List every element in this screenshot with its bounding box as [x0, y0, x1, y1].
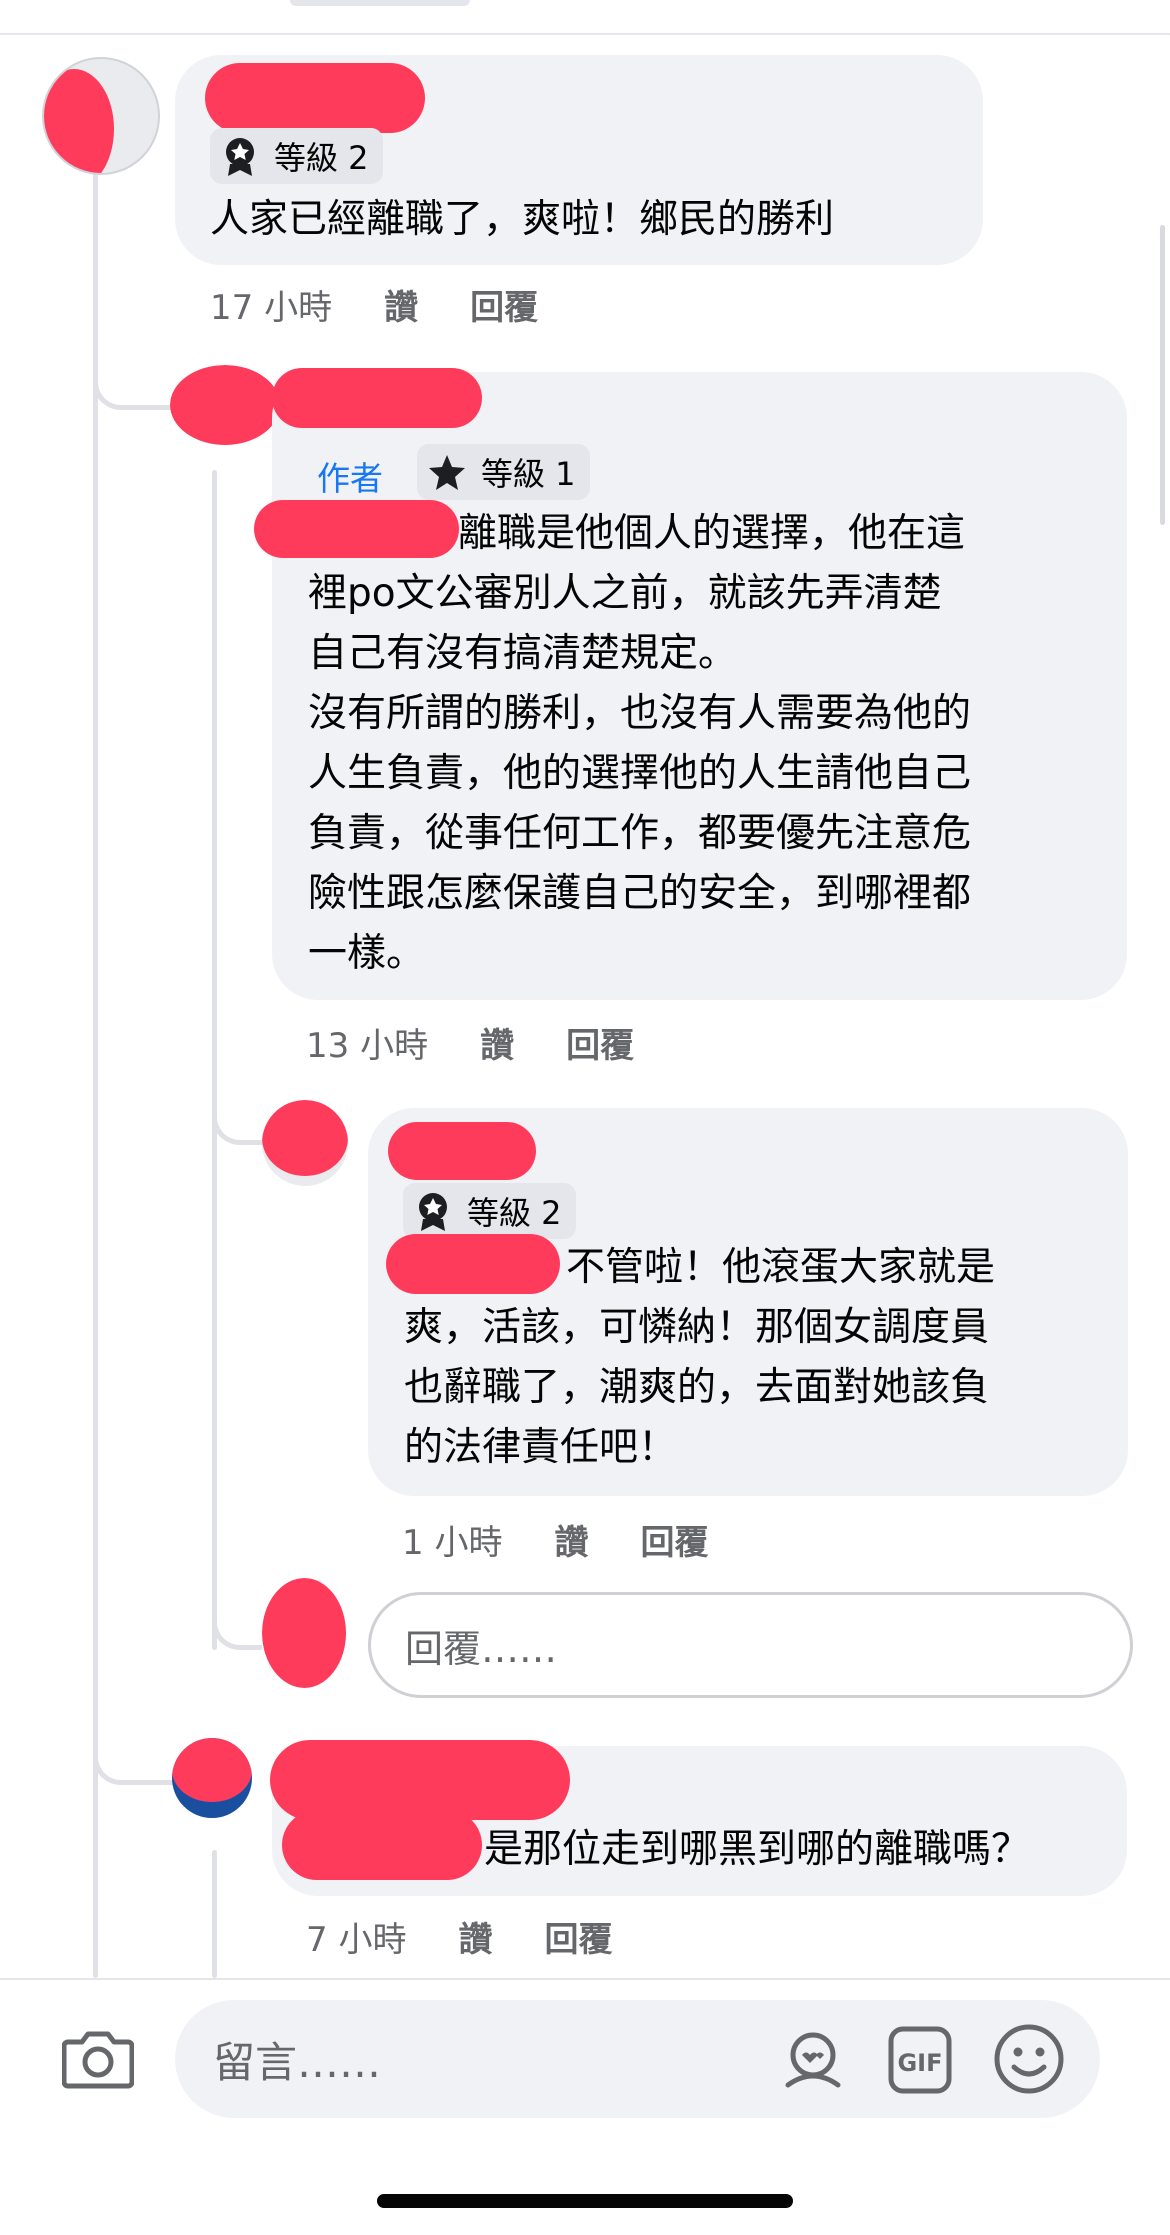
level-badge: 等級 1	[417, 444, 590, 500]
comment-meta-1: 17 小時 讚 回覆	[210, 280, 590, 329]
camera-icon[interactable]	[61, 2024, 135, 2090]
comment-placeholder: 留言……	[213, 2037, 382, 2087]
comment-text-line-3: 自己有沒有搞清楚規定。	[308, 631, 738, 676]
redacted-name	[205, 63, 425, 133]
top-handle	[290, 0, 470, 6]
comment-time: 13 小時	[306, 1026, 429, 1066]
level-badge: 等級 2	[210, 128, 383, 184]
emoji-icon[interactable]	[993, 2023, 1065, 2095]
like-button[interactable]: 讚	[384, 280, 418, 329]
comment-text-line-4: 的法律責任吧！	[404, 1425, 678, 1470]
thread-line-level2	[212, 470, 217, 1650]
badge-ribbon-icon	[220, 136, 260, 176]
thread-line-level2b	[212, 1850, 217, 1978]
redacted-mention	[254, 500, 459, 558]
avatar-sticker-icon[interactable]	[778, 2025, 848, 2095]
scrollbar[interactable]	[1160, 225, 1165, 525]
level-badge: 等級 2	[403, 1183, 576, 1239]
comment-time: 1 小時	[402, 1523, 503, 1563]
home-indicator	[377, 2194, 793, 2208]
top-divider	[0, 33, 1170, 35]
comment-text-line-7: 險性跟怎麼保護自己的安全，到哪裡都	[308, 871, 972, 916]
redacted-mention	[282, 1810, 482, 1880]
star-icon	[427, 452, 467, 492]
reply-input[interactable]: 回覆……	[368, 1592, 1133, 1698]
comment-text: 人家已經離職了，爽啦！鄉民的勝利	[210, 197, 835, 242]
comment-meta-2: 13 小時 讚 回覆	[306, 1018, 686, 1067]
comment-text-line-8: 一樣。	[308, 931, 426, 976]
avatar-commenter-4[interactable]	[172, 1738, 252, 1818]
reply-button[interactable]: 回覆	[566, 1018, 634, 1067]
reply-button[interactable]: 回覆	[544, 1912, 612, 1961]
reply-button[interactable]: 回覆	[470, 280, 538, 329]
svg-text:GIF: GIF	[897, 2049, 942, 2077]
comment-time: 17 小時	[210, 288, 333, 328]
comment-bubble-3: 等級 2 不管啦！他滾蛋大家就是 爽，活該，可憐納！那個女調度員 也辭職了，潮爽…	[368, 1108, 1128, 1496]
like-button[interactable]: 讚	[480, 1018, 514, 1067]
avatar-commenter-3[interactable]	[262, 1100, 348, 1186]
comment-text-line-6: 負責，從事任何工作，都要優先注意危	[308, 811, 972, 856]
badge-ribbon-icon	[413, 1191, 453, 1231]
comment-bubble-2: 作者 等級 1 離職是他個人的選擇，他在這 裡po文公審別人之前，就該先弄清楚 …	[254, 368, 1127, 1000]
avatar-current-user	[262, 1578, 348, 1688]
comment-text-line-2: 裡po文公審別人之前，就該先弄清楚	[308, 571, 942, 616]
comment-text-line-1: 不管啦！他滾蛋大家就是	[566, 1245, 996, 1290]
avatar-author[interactable]	[170, 365, 280, 445]
comment-text-line-2: 爽，活該，可憐納！那個女調度員	[404, 1305, 990, 1350]
reply-button[interactable]: 回覆	[640, 1515, 708, 1564]
author-tag: 作者	[317, 459, 383, 498]
comment-text: 是那位走到哪黑到哪的離職嗎？	[484, 1827, 1031, 1872]
comment-text-line-1: 離職是他個人的選擇，他在這	[458, 511, 966, 556]
comment-bubble-4: 是那位走到哪黑到哪的離職嗎？	[270, 1740, 1127, 1896]
badge-label: 等級 1	[481, 455, 576, 493]
comment-time: 7 小時	[306, 1920, 407, 1960]
thread-connector-3	[212, 1075, 262, 1145]
comment-text-line-4: 沒有所謂的勝利，也沒有人需要為他的	[308, 691, 972, 736]
like-button[interactable]: 讚	[458, 1912, 492, 1961]
comment-meta-4: 7 小時 讚 回覆	[306, 1912, 664, 1961]
gif-icon[interactable]: GIF	[887, 2025, 953, 2095]
redacted-name	[270, 1740, 570, 1820]
redacted-name	[272, 368, 482, 428]
badge-label: 等級 2	[467, 1194, 562, 1232]
thread-line-level1	[93, 170, 98, 1978]
comment-text-line-3: 也辭職了，潮爽的，去面對她該負	[404, 1365, 990, 1410]
reply-placeholder: 回覆……	[405, 1626, 558, 1671]
comment-bubble-1: 等級 2 人家已經離職了，爽啦！鄉民的勝利	[175, 55, 983, 265]
like-button[interactable]: 讚	[554, 1515, 588, 1564]
redacted-mention	[386, 1234, 560, 1294]
comment-text-line-5: 人生負責，他的選擇他的人生請他自己	[308, 751, 972, 796]
comment-input[interactable]: 留言……	[175, 2000, 1100, 2118]
thread-connector-reply	[212, 1580, 262, 1650]
redacted-name	[388, 1122, 536, 1180]
badge-label: 等級 2	[274, 139, 369, 177]
comment-meta-3: 1 小時 讚 回覆	[402, 1515, 760, 1564]
avatar-commenter-1[interactable]	[42, 57, 160, 175]
